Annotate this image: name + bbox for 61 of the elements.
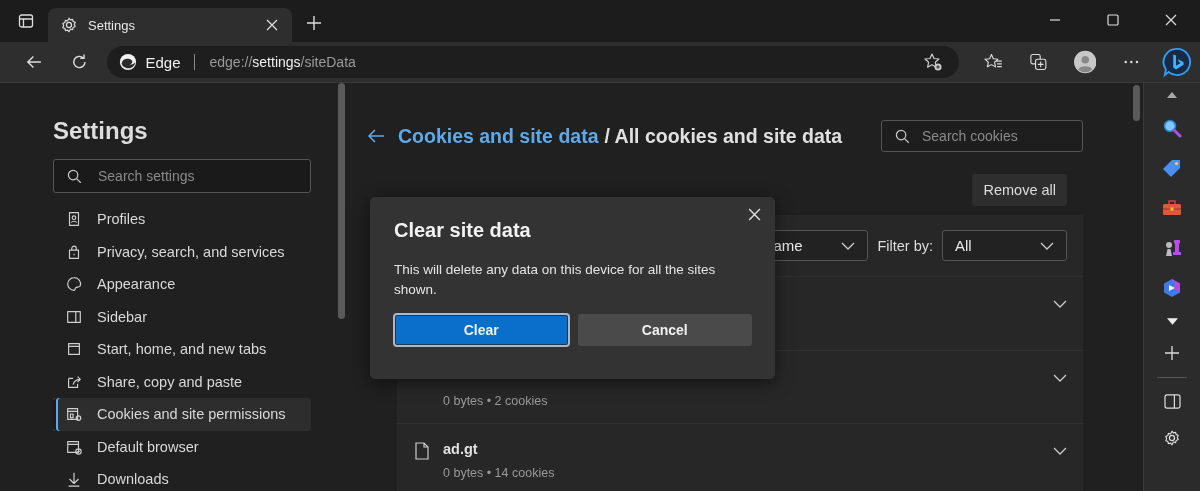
chevron-down-icon[interactable] — [1053, 447, 1067, 455]
nav-item[interactable]: Profiles — [53, 203, 311, 236]
search-field[interactable]: Search cookies — [881, 120, 1083, 152]
nav-item[interactable]: Start, home, and new tabs — [53, 333, 311, 366]
new-tab-icon[interactable] — [306, 15, 322, 31]
site-name: ad.gt — [443, 441, 479, 457]
nav-item[interactable]: Share, copy and paste — [53, 365, 311, 398]
search-icon[interactable] — [1162, 118, 1182, 138]
dialog-title: Clear site data — [394, 219, 532, 242]
office-logo-icon[interactable] — [1162, 278, 1182, 298]
settings-icon[interactable] — [1163, 429, 1181, 447]
chevron-down-icon[interactable] — [1053, 300, 1067, 308]
settings-icon — [60, 16, 78, 34]
search-icon — [895, 129, 910, 144]
close-icon[interactable] — [266, 19, 278, 31]
site-details: 0 bytes • 14 cookies — [443, 466, 555, 480]
close-icon[interactable] — [1165, 14, 1177, 26]
search-field[interactable]: Search settings — [53, 159, 311, 193]
tab-actions-icon[interactable] — [18, 13, 34, 29]
nav-item[interactable]: Privacy, search, and services — [53, 235, 311, 268]
tab-title: Settings — [88, 17, 136, 33]
scrollbar-thumb[interactable] — [1133, 85, 1140, 121]
nav-item[interactable]: Appearance — [53, 268, 311, 301]
search-icon — [67, 169, 82, 184]
nav-item[interactable]: Default browser — [53, 430, 311, 463]
site-label: Edge — [145, 53, 181, 71]
profile-avatar-icon[interactable] — [1073, 50, 1097, 74]
clear-button[interactable]: Clear — [394, 314, 569, 346]
browser-tab[interactable]: Settings — [48, 8, 292, 42]
nav-item[interactable]: Sidebar — [53, 300, 311, 333]
collections-icon[interactable] — [1029, 52, 1048, 72]
chevron-down-icon — [841, 241, 856, 250]
nav-item[interactable]: Downloads — [53, 463, 311, 491]
close-icon[interactable] — [748, 208, 761, 221]
caret-down-icon[interactable] — [1166, 318, 1178, 325]
address-bar[interactable]: Edge edge://settings/siteData — [107, 46, 960, 78]
scrollbar-thumb[interactable] — [338, 83, 345, 319]
chat-logo-icon[interactable] — [1162, 46, 1192, 78]
settings-title: Settings — [53, 117, 149, 145]
remove-all-button[interactable]: Remove all — [972, 174, 1067, 206]
toolbox-icon[interactable] — [1162, 198, 1182, 218]
cancel-button[interactable]: Cancel — [577, 314, 752, 346]
filter-dropdown[interactable]: All — [942, 230, 1067, 261]
breadcrumb-link[interactable]: Cookies and site data — [398, 124, 599, 148]
chevron-down-icon — [1040, 241, 1054, 250]
scroll-up-icon[interactable] — [1167, 92, 1177, 98]
nav-item[interactable]: Cookies and site permissions — [53, 398, 311, 431]
add-favorite-icon[interactable] — [923, 52, 944, 72]
dialog-message: This will delete any data on this device for all the sites shown. — [394, 261, 717, 299]
maximize-icon[interactable] — [1107, 14, 1119, 26]
file-icon — [415, 442, 429, 460]
add-icon[interactable] — [1164, 345, 1180, 361]
filter-label: Filter by: — [877, 237, 933, 254]
page-title: / All cookies and site data — [604, 124, 843, 148]
url-text: edge://settings/siteData — [209, 54, 356, 70]
nav-item-icon — [65, 405, 83, 424]
chevron-down-icon[interactable] — [1053, 373, 1067, 382]
nav-item-icon — [65, 275, 83, 294]
tag-icon[interactable] — [1162, 158, 1182, 178]
sidebar-panel-icon[interactable] — [1163, 394, 1181, 409]
site-details: 0 bytes • 2 cookies — [443, 393, 548, 408]
